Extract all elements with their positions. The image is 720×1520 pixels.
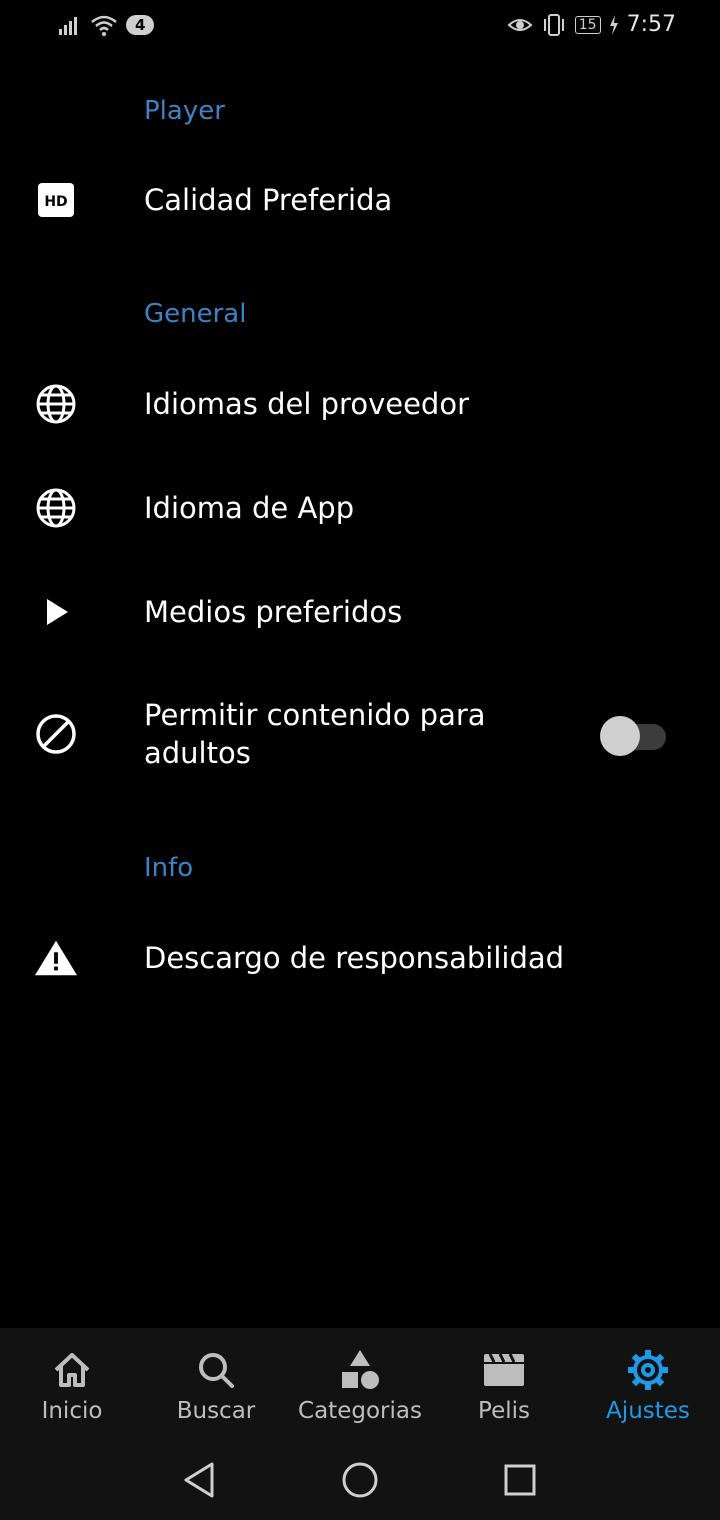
nav-item-categorias[interactable]: Categorias [288, 1328, 432, 1440]
setting-label-line1: Permitir contenido para [144, 698, 486, 732]
wifi-icon [91, 15, 117, 36]
nav-item-pelis[interactable]: Pelis [432, 1328, 576, 1440]
charging-icon [609, 14, 618, 35]
recents-icon[interactable] [498, 1458, 542, 1502]
bottom-navigation: Inicio Buscar Categorias Pelis Ajustes [0, 1328, 720, 1440]
clapperboard-icon [484, 1353, 524, 1386]
eye-icon [507, 18, 533, 31]
system-navigation [0, 1440, 720, 1520]
setting-app-language[interactable]: Idioma de App [0, 468, 720, 548]
setting-preferred-media[interactable]: Medios preferidos [0, 572, 720, 652]
nav-label: Inicio [41, 1398, 103, 1424]
setting-preferred-quality[interactable]: HD Calidad Preferida [0, 160, 720, 240]
setting-label: Permitir contenido para adultos [144, 696, 486, 772]
setting-adult-content[interactable]: Permitir contenido para adultos [0, 680, 720, 790]
play-icon [34, 590, 78, 634]
signal-icon [59, 17, 77, 35]
section-title-info: Info [144, 853, 194, 883]
section-title-player: Player [144, 96, 225, 126]
back-icon[interactable] [178, 1458, 222, 1502]
setting-label: Idioma de App [144, 491, 355, 525]
setting-label: Descargo de responsabilidad [144, 941, 565, 975]
status-bar: 4 15 7:57 [0, 0, 720, 56]
home-icon [54, 1353, 90, 1387]
search-icon [199, 1353, 234, 1388]
setting-provider-languages[interactable]: Idiomas del proveedor [0, 364, 720, 444]
adult-content-toggle[interactable] [600, 714, 666, 756]
setting-disclaimer[interactable]: Descargo de responsabilidad [0, 918, 720, 998]
setting-label: Medios preferidos [144, 595, 403, 629]
globe-icon [34, 486, 78, 530]
nav-label: Buscar [176, 1398, 256, 1424]
setting-label: Idiomas del proveedor [144, 387, 469, 421]
warning-icon [34, 936, 78, 980]
svg-text:HD: HD [44, 194, 67, 210]
nav-label: Categorias [298, 1398, 422, 1424]
setting-label-line2: adultos [144, 736, 251, 770]
clock: 7:57 [626, 12, 676, 37]
status-left: 4 [58, 14, 155, 36]
section-title-general: General [144, 299, 247, 329]
notification-count-badge: 4 [126, 15, 155, 35]
battery-icon: 15 [574, 15, 601, 34]
shapes-icon [342, 1350, 379, 1389]
nav-label: Pelis [478, 1398, 530, 1424]
setting-label: Calidad Preferida [144, 183, 393, 217]
toggle-thumb [600, 716, 640, 756]
globe-icon [34, 382, 78, 426]
block-icon [34, 712, 78, 756]
nav-item-inicio[interactable]: Inicio [0, 1328, 144, 1440]
nav-label: Ajustes [606, 1398, 690, 1424]
nav-item-ajustes[interactable]: Ajustes [576, 1328, 720, 1440]
home-circle-icon[interactable] [338, 1458, 382, 1502]
vibrate-icon [543, 13, 564, 36]
gear-icon [628, 1350, 668, 1390]
hd-icon: HD [34, 178, 78, 222]
nav-item-buscar[interactable]: Buscar [144, 1328, 288, 1440]
status-right: 15 7:57 [507, 12, 676, 37]
